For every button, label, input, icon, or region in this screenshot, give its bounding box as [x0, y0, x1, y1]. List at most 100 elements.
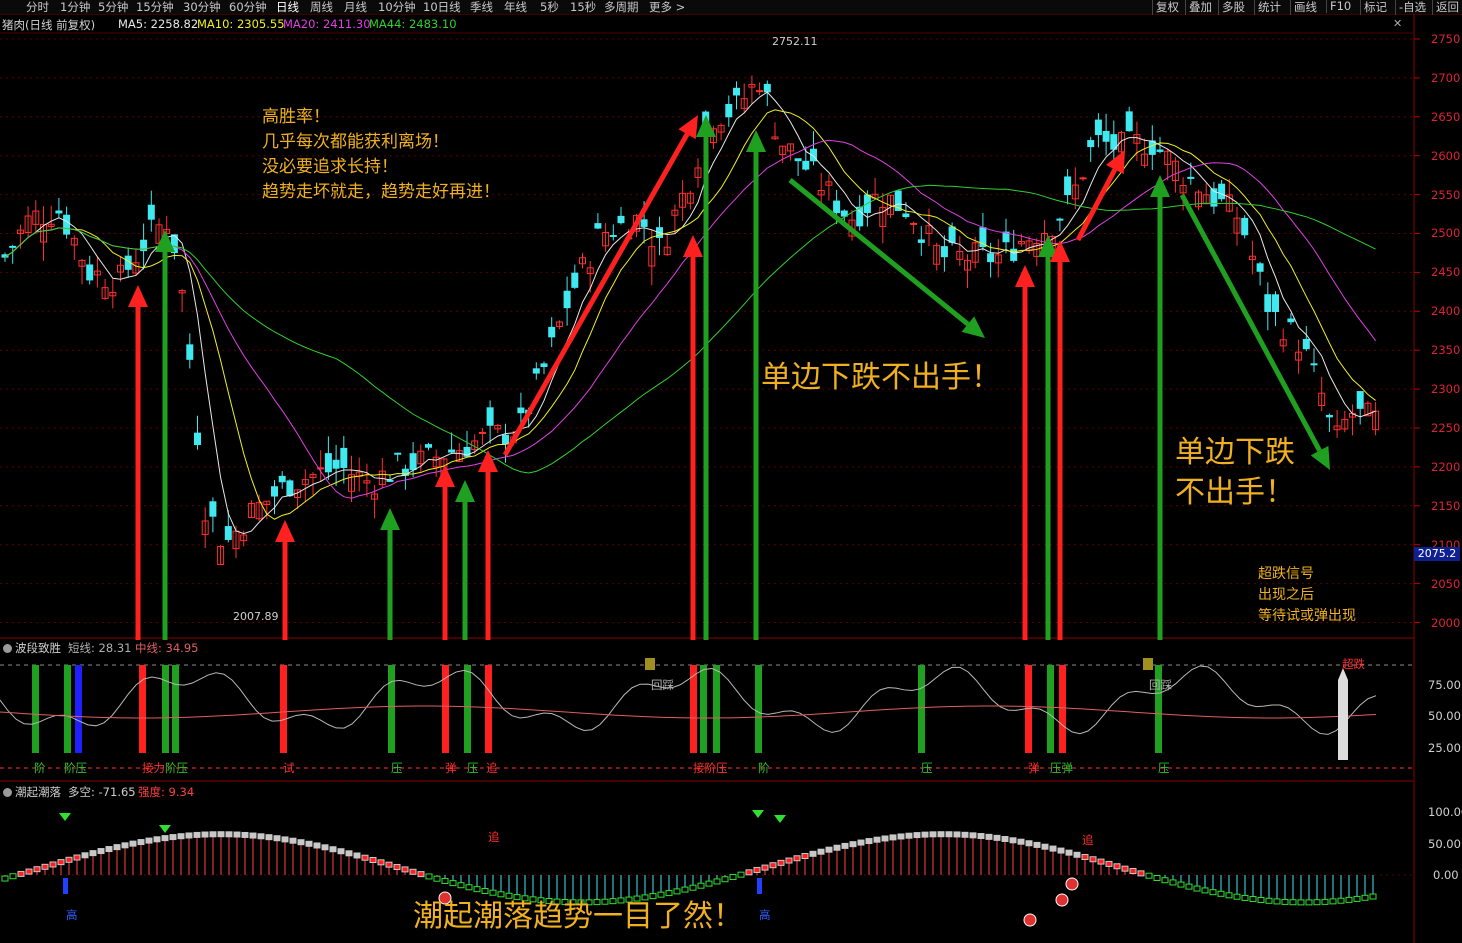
signal-bar	[918, 665, 925, 753]
tide-marker	[1073, 851, 1081, 858]
signal-bar	[162, 665, 169, 753]
candle-body	[594, 223, 602, 229]
tide-marker	[393, 864, 401, 871]
candle-body	[617, 215, 625, 224]
tide-marker	[1305, 899, 1313, 906]
tide-marker	[1193, 885, 1201, 892]
tide-marker	[785, 857, 793, 864]
candle-body	[571, 272, 579, 288]
signal-bar	[388, 665, 395, 753]
sell-arrow-head	[746, 130, 766, 152]
down-triangle-icon	[752, 810, 764, 818]
tide-marker	[689, 884, 697, 891]
tide-marker	[1177, 881, 1185, 888]
tide-marker	[1065, 849, 1073, 856]
signal-label: 阶压	[64, 761, 87, 775]
candle-body	[1287, 318, 1295, 323]
tide-marker	[1273, 898, 1281, 905]
candle-body	[756, 90, 764, 93]
tide-marker	[361, 854, 369, 861]
tide-marker	[89, 850, 97, 857]
candle-body	[948, 226, 956, 243]
candle-body	[763, 83, 771, 93]
tide-marker	[993, 834, 1001, 841]
tide-marker	[65, 856, 73, 863]
tide-marker	[673, 888, 681, 895]
y-tick: 0.00	[1433, 868, 1459, 882]
tide-marker	[281, 836, 289, 843]
candle-body	[902, 213, 910, 218]
ma44-readout: MA44: 2483.10	[369, 17, 457, 31]
strength-readout: 强度: 9.34	[138, 785, 195, 799]
signal-bar	[464, 665, 471, 753]
tide-marker	[697, 882, 705, 889]
tide-marker	[1201, 887, 1209, 894]
signal-bar	[700, 665, 707, 753]
y-tick: 2450	[1431, 265, 1461, 279]
tide-marker	[249, 832, 257, 839]
signal-label: 阶压	[165, 761, 188, 775]
y-tick: 2000	[1431, 616, 1461, 630]
candle-body	[640, 219, 648, 227]
tide-marker	[49, 861, 57, 868]
tide-marker	[857, 839, 865, 846]
ball-icon	[1065, 877, 1079, 891]
tide-marker	[121, 842, 129, 849]
ma10-line	[4, 109, 1376, 520]
y-tick: 2500	[1431, 226, 1461, 240]
gear-icon[interactable]	[3, 644, 12, 653]
tide-marker	[113, 844, 121, 851]
candle-body	[63, 214, 71, 235]
tide-marker	[913, 832, 921, 839]
y-tick: 2250	[1431, 421, 1461, 435]
signal-label: 追	[486, 761, 498, 775]
tide-marker	[209, 831, 217, 838]
tide-marker	[449, 880, 457, 887]
tide-marker	[185, 832, 193, 839]
duokong-readout: 多空: -71.65	[68, 785, 136, 799]
candle-body	[1094, 119, 1102, 136]
tide-marker	[409, 868, 417, 875]
signal-bar	[75, 665, 82, 753]
tide-marker	[129, 840, 137, 847]
candle-body	[1010, 248, 1018, 261]
candle-body	[733, 87, 740, 96]
tide-marker	[1161, 877, 1169, 884]
signal-label: 试	[283, 761, 295, 775]
zhui-label: 追	[488, 830, 500, 844]
candle-body	[194, 432, 201, 446]
signal-label: 阶	[758, 761, 770, 775]
tide-marker	[273, 835, 281, 842]
tide-marker	[417, 871, 425, 878]
signal-bar	[755, 665, 762, 753]
candle-body	[1148, 140, 1156, 155]
signal-bar	[485, 665, 492, 753]
tide-marker	[145, 837, 153, 844]
tide-marker	[1113, 863, 1121, 870]
trend-down-arrow-shaft	[1179, 193, 1322, 452]
tide-marker	[241, 831, 249, 838]
zhui-label: 追	[1082, 833, 1094, 847]
tide-marker	[801, 853, 809, 860]
y-tick: 2200	[1431, 460, 1461, 474]
candle-body	[286, 480, 294, 497]
tide-marker	[1241, 894, 1249, 901]
tide-marker	[849, 841, 857, 848]
y-tick: 2750	[1431, 32, 1461, 46]
buy-arrow-head	[128, 285, 148, 307]
candle-body	[1241, 217, 1249, 236]
panel-close-icon[interactable]: ✕	[1393, 17, 1402, 30]
tide-marker	[81, 852, 89, 859]
signal-label: 压	[467, 761, 479, 775]
y-tick: 2650	[1431, 110, 1461, 124]
signal-bar	[139, 665, 146, 753]
candle-body	[1064, 176, 1072, 196]
annotation-bottom: 潮起潮落趋势一目了然！	[413, 899, 743, 934]
tide-marker	[1169, 879, 1177, 886]
gear-icon[interactable]	[3, 788, 12, 797]
candle-body	[1310, 363, 1318, 366]
y-tick: 2600	[1431, 149, 1461, 163]
candle-body	[324, 453, 332, 473]
tide-marker	[177, 833, 185, 840]
down-triangle-icon	[59, 813, 71, 821]
